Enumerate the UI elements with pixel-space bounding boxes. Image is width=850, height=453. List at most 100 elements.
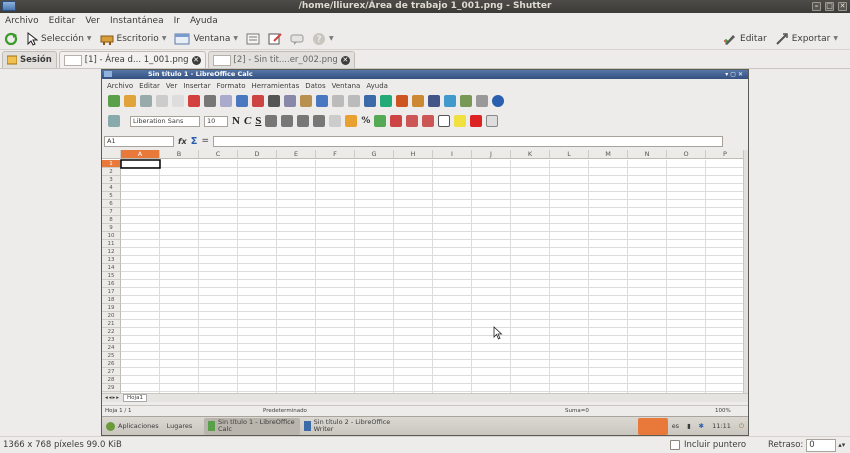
close-tab-icon[interactable]: ✕ (191, 55, 201, 65)
pdf-icon (188, 95, 200, 107)
sheet-nav-arrows: ◂◂▸▸ (105, 395, 121, 401)
font-name-field: Liberation Sans (130, 115, 200, 127)
indent-decrease-icon (406, 115, 419, 127)
include-cursor-label: Incluir puntero (684, 440, 747, 450)
sheet-tab-bar: ◂◂▸▸ Hoja1 (102, 393, 748, 402)
menu-capture-button[interactable] (242, 33, 264, 45)
session-icon (7, 55, 17, 65)
calc-menu-item: Formato (216, 81, 246, 90)
chevron-down-icon[interactable]: ▼ (233, 35, 238, 42)
hyperlink-icon (364, 95, 376, 107)
menu-ir[interactable]: Ir (169, 16, 185, 26)
export-icon (775, 32, 788, 45)
function-wizard-icon: fx (178, 136, 187, 146)
window-capture-button[interactable]: Ventana ▼ (170, 33, 242, 45)
calc-menu-item: Insertar (183, 81, 211, 90)
autospell-icon (252, 95, 264, 107)
spreadsheet-grid: A B C D E F G H I J K L M N O P 1 2 3 4 5 6 7 8 9 10 11 12 13 14 15 16 1… (102, 150, 744, 402)
menu-editar[interactable]: Editar (44, 16, 81, 26)
apps-menu: Aplicaciones (102, 418, 163, 435)
calc-statusbar: Hoja 1 / 1 Predeterminado Suma=0 100% (102, 405, 748, 416)
tooltip-capture-button[interactable] (264, 32, 286, 45)
window-label: Ventana (193, 33, 231, 44)
include-cursor-checkbox[interactable] (670, 440, 680, 450)
add-decimal-icon (374, 115, 387, 127)
minimize-button[interactable]: – (812, 2, 821, 11)
delay-input[interactable]: 0 (806, 438, 837, 452)
print-icon (204, 95, 216, 107)
merge-icon (329, 115, 342, 127)
menu-ayuda[interactable]: Ayuda (185, 16, 223, 26)
vertical-scrollbar (743, 150, 748, 402)
tab-session[interactable]: Sesión (2, 51, 57, 68)
menu-ver[interactable]: Ver (80, 16, 105, 26)
paste-icon (300, 95, 312, 107)
web-capture-button[interactable] (286, 33, 308, 45)
window-titlebar: /home/lliurex/Área de trabajo 1_001.png … (0, 0, 850, 13)
font-color-icon (470, 115, 483, 127)
delay-label: Retraso: (768, 440, 804, 450)
menu-archivo[interactable]: Archivo (0, 16, 44, 26)
chevron-down-icon[interactable]: ▼ (162, 35, 167, 42)
align-center-icon (281, 115, 294, 127)
edit-button[interactable]: Editar (719, 32, 771, 46)
zoom-indicator: 100% (715, 408, 731, 414)
calc-formula-bar: A1 fx Σ = (102, 134, 748, 148)
indent-increase-icon (422, 115, 435, 127)
mouse-cursor-icon (493, 326, 503, 340)
borders-icon (438, 115, 451, 127)
new-doc-icon (108, 95, 120, 107)
image-info: 1366 x 768 píxeles 99.0 KiB (3, 440, 122, 450)
edit-icon (724, 34, 736, 45)
window-icon (174, 33, 190, 44)
tab-screenshot-2[interactable]: [2] - Sin tit....er_002.png ✕ (207, 51, 355, 68)
thumbnail-icon (212, 54, 231, 66)
speech-icon (290, 34, 304, 45)
page-style: Predeterminado (263, 408, 307, 414)
chevron-down-icon[interactable]: ▼ (833, 35, 838, 42)
selection-button[interactable]: Selección ▼ (22, 31, 96, 46)
desktop-button[interactable]: Escritorio ▼ (96, 33, 171, 45)
chevron-down-icon[interactable]: ▼ (329, 35, 334, 42)
desktop-taskbar: Aplicaciones Lugares Sin título 1 - Libr… (102, 416, 748, 435)
thumbnail-icon (63, 54, 82, 66)
edit-doc-icon (172, 95, 184, 107)
calc-standard-toolbar (102, 92, 748, 110)
sort-asc-icon (380, 95, 392, 107)
statusbar: 1366 x 768 píxeles 99.0 KiB Incluir punt… (0, 436, 850, 453)
sum-icon: Σ (190, 135, 198, 147)
font-size-field: 10 (204, 115, 228, 127)
menu-icon (246, 33, 260, 44)
writer-task-label: Sin título 2 - LibreOffice Writer (313, 418, 391, 433)
styles-icon (108, 115, 120, 127)
chevron-down-icon[interactable]: ▼ (87, 35, 92, 42)
cut-icon (268, 95, 280, 107)
desktop-icon (100, 35, 114, 45)
refresh-icon (4, 32, 18, 45)
close-button[interactable]: ✕ (838, 2, 847, 11)
maximize-button[interactable]: □ (825, 2, 834, 11)
screenshot-preview[interactable]: Sin título 1 - LibreOffice Calc ▾▢✕ Arch… (101, 69, 749, 436)
sidebar-icon (486, 115, 499, 127)
tab-screenshot-1[interactable]: [1] - Área d... 1_001.png ✕ (58, 51, 206, 68)
sort-desc-icon (396, 95, 408, 107)
align-left-icon (265, 115, 278, 127)
svg-text:?: ? (317, 35, 322, 45)
main-toolbar: Selección ▼ Escritorio ▼ Ventana ▼ ? ▼ E… (0, 28, 850, 50)
close-tab-icon[interactable]: ✕ (340, 55, 350, 65)
refresh-button[interactable] (0, 32, 22, 46)
datasource-icon (476, 95, 488, 107)
equals-icon: = (201, 136, 210, 146)
bold-button: N (232, 115, 240, 127)
session-tabs: Sesión [1] - Área d... 1_001.png ✕ [2] -… (0, 50, 850, 69)
calc-menu-item: Ver (165, 81, 178, 90)
export-button[interactable]: Exportar ▼ (771, 32, 842, 46)
menu-instantanea[interactable]: Instantánea (105, 16, 169, 26)
calc-task-label: Sin título 1 - LibreOffice Calc (218, 418, 295, 433)
help-button[interactable]: ? ▼ (308, 32, 338, 46)
sheet-indicator: Hoja 1 / 1 (105, 408, 132, 414)
delay-spinner-icon[interactable]: ▴▾ (836, 441, 845, 449)
spellcheck-icon (236, 95, 248, 107)
justify-icon (313, 115, 326, 127)
align-right-icon (297, 115, 310, 127)
